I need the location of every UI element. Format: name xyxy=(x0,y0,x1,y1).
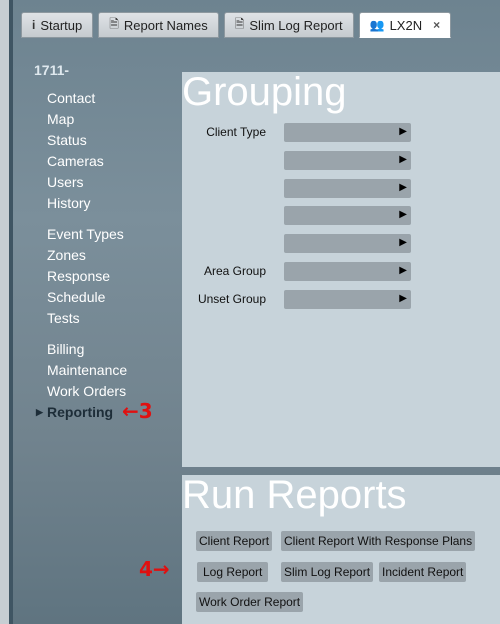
grouping-label: Unset Group xyxy=(197,292,266,306)
tab-strip: i Startup 🗎 Report Names 🗎 Slim Log Repo… xyxy=(21,12,452,40)
run-reports-panel: Run Reports Client Report Client Report … xyxy=(182,475,500,624)
grouping-row-unset-group: Unset Group ▶ xyxy=(182,290,500,309)
annotation-step-4: 4→ xyxy=(139,557,170,581)
sidebar-item-contact[interactable]: Contact xyxy=(47,88,179,109)
grouping-row: ▶ xyxy=(182,151,500,170)
sidebar-item-map[interactable]: Map xyxy=(47,109,179,130)
grouping-select[interactable]: ▶ xyxy=(284,151,411,170)
annotation-step-3: ←3 xyxy=(122,399,153,423)
tab-lx2n[interactable]: 👥 LX2N × xyxy=(358,12,452,38)
sidebar-item-tests[interactable]: Tests xyxy=(47,308,179,329)
area-group-select[interactable]: ▶ xyxy=(284,262,411,281)
sidebar-item-response[interactable]: Response xyxy=(47,266,179,287)
sidebar-item-maintenance[interactable]: Maintenance xyxy=(47,360,179,381)
sidebar-item-schedule[interactable]: Schedule xyxy=(47,287,179,308)
sidebar-item-users[interactable]: Users xyxy=(47,172,179,193)
grouping-title: Grouping xyxy=(182,70,347,114)
slim-log-report-button[interactable]: Slim Log Report xyxy=(281,562,374,582)
chevron-right-icon: ▶ xyxy=(399,209,407,220)
grouping-label: Client Type xyxy=(206,125,266,139)
sidebar-item-cameras[interactable]: Cameras xyxy=(47,151,179,172)
caret-right-icon: ▶ xyxy=(36,407,43,417)
sidebar-item-zones[interactable]: Zones xyxy=(47,245,179,266)
run-reports-title: Run Reports xyxy=(182,473,407,517)
client-report-response-plans-button[interactable]: Client Report With Response Plans xyxy=(281,531,476,551)
grouping-label: Area Group xyxy=(203,264,266,278)
sidebar-item-label: Reporting xyxy=(47,404,114,420)
sidebar-item-event-types[interactable]: Event Types xyxy=(47,224,179,245)
chevron-right-icon: ▶ xyxy=(399,237,407,248)
sidebar-item-work-orders[interactable]: Work Orders xyxy=(47,381,179,402)
tab-label: LX2N xyxy=(389,17,423,33)
document-icon: 🗎 xyxy=(234,16,245,31)
tab-slim-log-report[interactable]: 🗎 Slim Log Report xyxy=(223,12,354,38)
grouping-row: ▶ xyxy=(182,206,500,225)
nav-group-3: Billing Maintenance Work Orders ▶ Report… xyxy=(36,339,179,423)
grouping-select[interactable]: ▶ xyxy=(284,234,411,253)
account-number: 1711- xyxy=(34,62,70,78)
info-icon: i xyxy=(32,18,36,32)
tab-report-names[interactable]: 🗎 Report Names xyxy=(98,12,219,38)
sidebar: 1711- Contact Map Status Cameras Users H… xyxy=(34,62,179,433)
grouping-row-area-group: Area Group ▶ xyxy=(182,262,500,281)
grouping-row: ▶ xyxy=(182,179,500,198)
sidebar-item-reporting[interactable]: ▶ Reporting xyxy=(36,402,179,423)
client-report-button[interactable]: Client Report xyxy=(196,531,273,551)
client-type-select[interactable]: ▶ xyxy=(284,123,411,142)
users-icon: 👥 xyxy=(369,18,385,32)
grouping-select[interactable]: ▶ xyxy=(284,179,411,198)
chevron-right-icon: ▶ xyxy=(399,293,407,304)
unset-group-select[interactable]: ▶ xyxy=(284,290,411,309)
tab-label: Slim Log Report xyxy=(249,17,343,33)
nav-group-2: Event Types Zones Response Schedule Test… xyxy=(47,224,179,329)
sidebar-item-status[interactable]: Status xyxy=(47,130,179,151)
chevron-right-icon: ▶ xyxy=(399,154,407,165)
chevron-right-icon: ▶ xyxy=(399,126,407,137)
nav-group-1: Contact Map Status Cameras Users History xyxy=(47,88,179,214)
grouping-row-client-type: Client Type ▶ xyxy=(182,123,500,142)
grouping-panel: Grouping Client Type ▶ ▶ ▶ ▶ ▶ Area Grou… xyxy=(182,72,500,467)
chevron-right-icon: ▶ xyxy=(399,182,407,193)
grouping-row: ▶ xyxy=(182,234,500,253)
close-icon[interactable]: × xyxy=(433,18,440,32)
document-icon: 🗎 xyxy=(109,16,119,31)
tab-startup[interactable]: i Startup xyxy=(21,12,94,38)
tab-label: Startup xyxy=(40,17,83,33)
tab-label: Report Names xyxy=(123,17,208,33)
sidebar-item-history[interactable]: History xyxy=(47,193,179,214)
sidebar-item-billing[interactable]: Billing xyxy=(47,339,179,360)
log-report-button[interactable]: Log Report xyxy=(197,562,269,582)
work-order-report-button[interactable]: Work Order Report xyxy=(196,592,304,612)
chevron-right-icon: ▶ xyxy=(399,265,407,276)
incident-report-button[interactable]: Incident Report xyxy=(379,562,467,582)
grouping-select[interactable]: ▶ xyxy=(284,206,411,225)
